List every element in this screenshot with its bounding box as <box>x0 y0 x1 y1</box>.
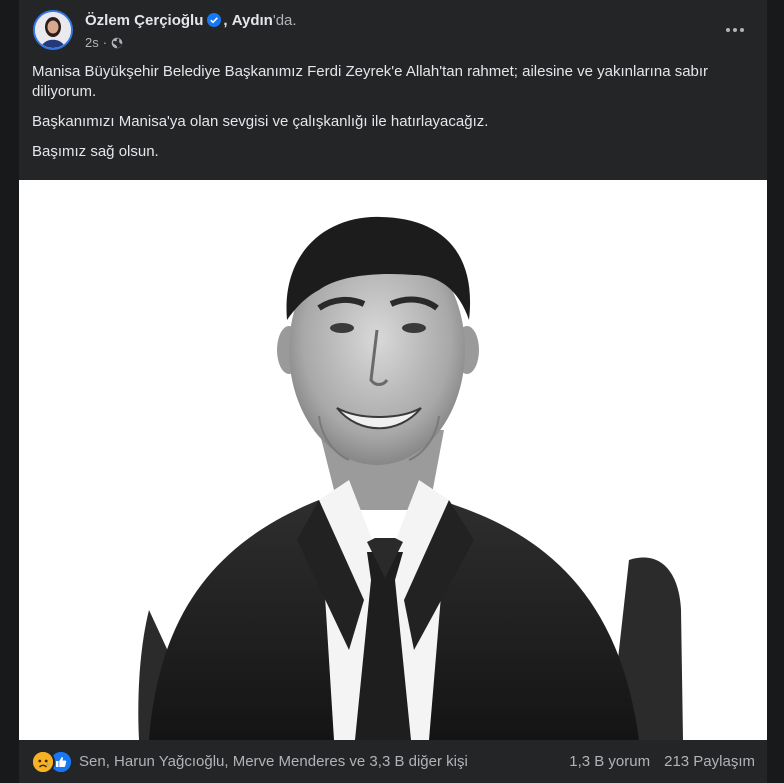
post-meta: 2s · <box>85 35 123 50</box>
engagement-counts: 1,3 B yorum 213 Paylaşım <box>569 753 755 770</box>
post-paragraph: Başkanımızı Manisa'ya olan sevgisi ve ça… <box>32 113 489 130</box>
author-name[interactable]: Özlem Çerçioğlu <box>85 12 203 29</box>
post-photo[interactable] <box>19 180 767 740</box>
avatar-image <box>35 12 71 48</box>
more-dots-icon <box>726 28 730 32</box>
location-suffix: 'da. <box>272 12 297 29</box>
more-dots-icon <box>733 28 737 32</box>
location-link[interactable]: Aydın <box>232 12 273 29</box>
verified-badge-icon <box>207 13 222 27</box>
sad-reaction-icon <box>31 749 55 774</box>
comments-count[interactable]: 1,3 B yorum <box>569 753 650 770</box>
meta-separator: · <box>102 35 108 50</box>
post-text: Manisa Büyükşehir Belediye Başkanımız Fe… <box>32 62 755 172</box>
reactions-text[interactable]: Sen, Harun Yağcıoğlu, Merve Menderes ve … <box>79 753 468 770</box>
more-dots-icon <box>740 28 744 32</box>
portrait-image <box>19 180 767 740</box>
author-line: Özlem Çerçioğlu, Aydın'da. <box>85 12 297 29</box>
post-time[interactable]: 2s <box>85 35 99 50</box>
author-separator: , <box>223 12 228 29</box>
more-options-button[interactable] <box>721 16 749 44</box>
post-card: Özlem Çerçioğlu, Aydın'da. 2s · Manisa B… <box>19 0 767 783</box>
post-footer: Sen, Harun Yağcıoğlu, Merve Menderes ve … <box>19 740 767 783</box>
reactions-summary[interactable]: Sen, Harun Yağcıoğlu, Merve Menderes ve … <box>31 749 468 774</box>
author-avatar[interactable] <box>33 10 73 50</box>
post-paragraph: Başımız sağ olsun. <box>32 143 159 160</box>
shares-count[interactable]: 213 Paylaşım <box>664 753 755 770</box>
globe-icon[interactable] <box>111 37 123 49</box>
post-paragraph: Manisa Büyükşehir Belediye Başkanımız Fe… <box>32 63 709 100</box>
post-header: Özlem Çerçioğlu, Aydın'da. 2s · <box>33 10 753 56</box>
